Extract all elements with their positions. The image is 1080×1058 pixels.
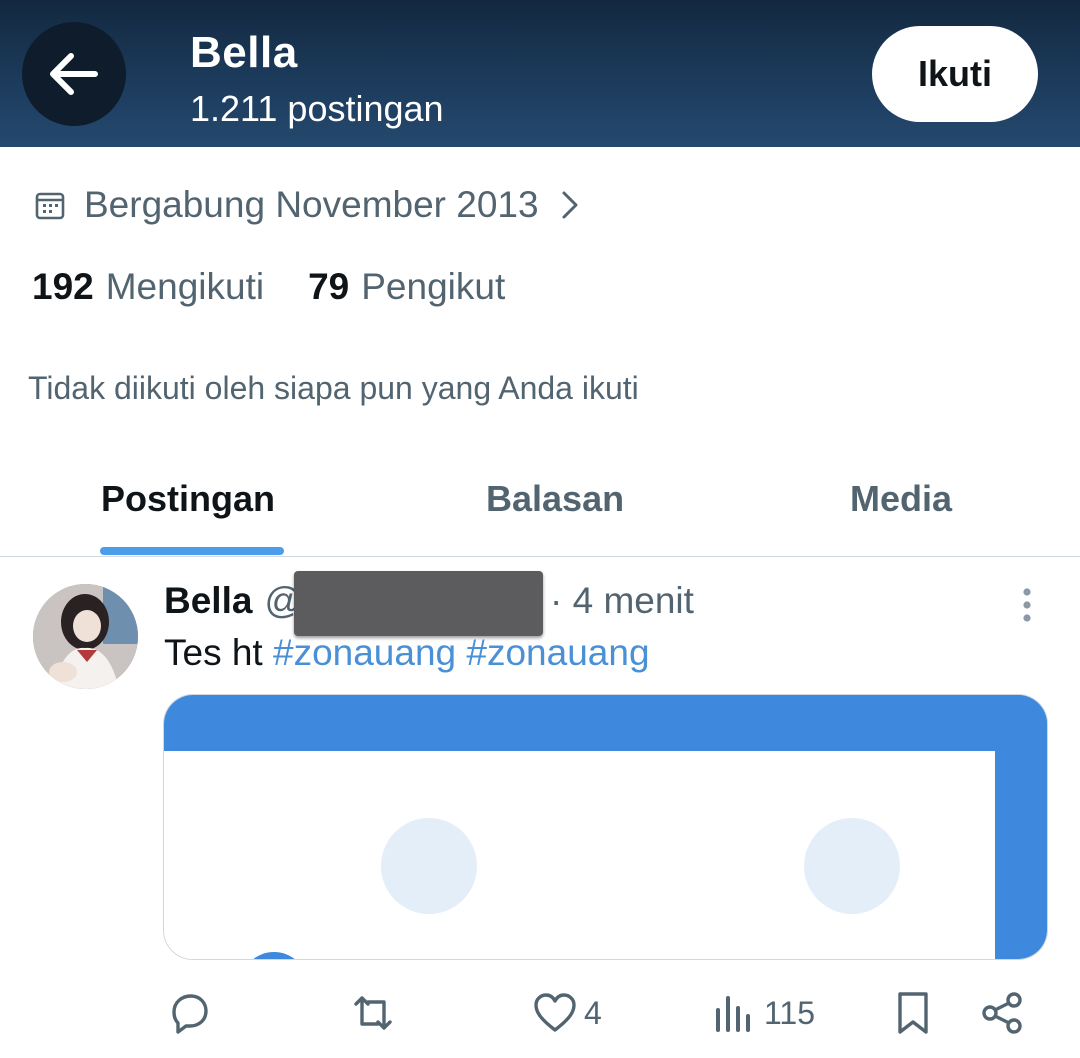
- profile-header: Bella 1.211 postingan Ikuti: [0, 0, 1080, 147]
- following-label[interactable]: Mengikuti: [106, 266, 264, 308]
- tab-postingan[interactable]: Postingan: [101, 478, 275, 520]
- reply-button[interactable]: [166, 990, 212, 1036]
- reply-icon: [172, 994, 208, 1034]
- avatar[interactable]: [33, 584, 138, 689]
- bookmark-icon: [898, 992, 928, 1034]
- joined-label: Bergabung November 2013: [84, 184, 539, 225]
- following-count[interactable]: 192: [32, 266, 94, 308]
- like-button[interactable]: 4: [532, 990, 602, 1036]
- bookmark-button[interactable]: [890, 990, 936, 1036]
- share-icon: [982, 992, 1022, 1034]
- views-count: 115: [764, 994, 816, 1031]
- hashtag-link[interactable]: #zonauang: [273, 632, 456, 673]
- active-tab-indicator: [100, 547, 284, 555]
- tab-media[interactable]: Media: [850, 478, 952, 520]
- media-top-bar: [164, 695, 1047, 751]
- media-right-bar: [995, 695, 1047, 959]
- header-name: Bella: [190, 28, 298, 77]
- post-media[interactable]: [163, 694, 1048, 960]
- views-icon: [716, 996, 750, 1032]
- media-content: [164, 751, 995, 959]
- not-followed-notice: Tidak diikuti oleh siapa pun yang Anda i…: [28, 370, 639, 406]
- watermark-graphic: [253, 818, 900, 959]
- retweet-button[interactable]: [350, 990, 396, 1036]
- chevron-right-icon: [562, 191, 578, 219]
- arrow-left-icon: [50, 53, 98, 95]
- tab-balasan[interactable]: Balasan: [486, 478, 624, 520]
- post-text: Tes ht #zonauang #zonauang: [164, 632, 650, 674]
- post-time[interactable]: · 4 menit: [550, 580, 694, 622]
- redacted-handle: [294, 571, 543, 636]
- followers-label[interactable]: Pengikut: [361, 266, 505, 308]
- like-count: 4: [584, 994, 602, 1031]
- post-text-plain: Tes ht: [164, 632, 263, 673]
- more-options-icon[interactable]: [1012, 586, 1042, 626]
- post-author-line: Bella @: [164, 580, 302, 622]
- header-post-count: 1.211 postingan: [190, 88, 444, 129]
- followers-count[interactable]: 79: [308, 266, 349, 308]
- views-button[interactable]: 115: [712, 990, 815, 1036]
- retweet-icon: [354, 996, 392, 1030]
- post-author-name[interactable]: Bella: [164, 580, 252, 622]
- avatar-image: [33, 584, 138, 689]
- profile-tabs: Postingan Balasan Media: [0, 440, 1080, 557]
- follow-stats: 192 Mengikuti 79 Pengikut: [32, 266, 505, 308]
- hashtag-link[interactable]: #zonauang: [466, 632, 649, 673]
- heart-icon: [534, 993, 576, 1032]
- back-button[interactable]: [22, 22, 126, 126]
- follow-button[interactable]: Ikuti: [872, 26, 1038, 122]
- calendar-icon: [35, 192, 65, 220]
- share-button[interactable]: [980, 990, 1026, 1036]
- joined-date[interactable]: Bergabung November 2013: [34, 184, 579, 226]
